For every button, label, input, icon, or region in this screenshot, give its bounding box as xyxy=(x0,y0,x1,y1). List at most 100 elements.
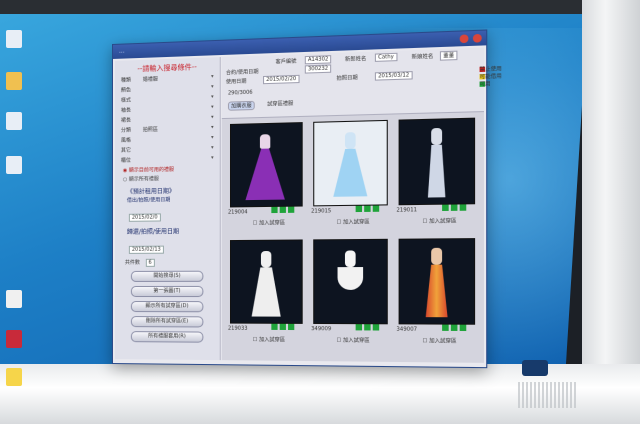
dress-card[interactable]: 219011 ☐ 加入試穿區 xyxy=(394,113,477,230)
dress-photo[interactable] xyxy=(399,118,476,206)
apply-all-button[interactable]: 所有禮服套用(R) xyxy=(131,331,204,343)
delete-fitting-button[interactable]: 刪除所有試穿區(E) xyxy=(131,316,204,327)
dress-card[interactable]: 219004 ☐ 加入試穿區 xyxy=(226,118,305,232)
status-green-icon xyxy=(356,206,362,212)
dropdown-arrow-icon[interactable]: ▾ xyxy=(211,94,214,100)
dropdown-arrow-icon[interactable]: ▾ xyxy=(211,155,214,161)
status-green-icon xyxy=(451,204,458,210)
add-clothes-button[interactable]: 加購衣服 xyxy=(228,101,255,111)
checkbox-label: 加入試穿區 xyxy=(429,218,456,225)
status-green-icon xyxy=(271,324,277,330)
checkbox-label: 加入試穿區 xyxy=(259,220,285,226)
radio-all[interactable]: ○ 顯示所有禮服 xyxy=(123,174,220,183)
dress-photo[interactable] xyxy=(230,122,303,207)
info-label: 合約/使用日期 xyxy=(226,68,259,76)
customer-info: 客戶編號 A14302 新郎姓名 Cathy 新娘姓名 董董 合約/使用日期 3… xyxy=(222,48,484,120)
section-rental-date: 《預計租用日期》 xyxy=(127,185,220,196)
show-fitting-button[interactable]: 顯示所有試穿區(D) xyxy=(131,301,204,312)
status-green-icon xyxy=(288,324,294,330)
try-area-label: 試穿區禮服 xyxy=(267,100,293,108)
info-label: 新郎姓名 xyxy=(345,55,366,63)
mannequin-torso xyxy=(345,132,356,149)
results-panel: 客戶編號 A14302 新郎姓名 Cathy 新娘姓名 董董 合約/使用日期 3… xyxy=(222,48,484,363)
desktop-file-icon[interactable] xyxy=(6,112,22,130)
dropdown-arrow-icon[interactable]: ▾ xyxy=(211,135,214,141)
field-value: 拍照區 xyxy=(143,126,158,133)
info-label: 拍照日期 xyxy=(336,74,357,82)
photo-date-field[interactable]: 2015/03/12 xyxy=(375,71,413,81)
field-label: 袖長 xyxy=(121,106,131,113)
window-title: ... xyxy=(119,48,125,55)
dress-card[interactable]: 219033 ☐ 加入試穿區 xyxy=(226,235,305,348)
checkbox-label: 加入試穿區 xyxy=(429,338,456,345)
monitor-bezel-top xyxy=(0,0,640,14)
add-fitting-checkbox[interactable]: ☐ 加入試穿區 xyxy=(336,336,369,344)
dress-photo[interactable] xyxy=(399,238,476,325)
count-label: 共件數 xyxy=(125,260,140,266)
date-field-2[interactable]: 2015/02/13 xyxy=(129,246,164,254)
dress-photo[interactable] xyxy=(313,239,388,325)
first-image-button[interactable]: 第一張圖(T) xyxy=(131,286,204,297)
groom-name-field[interactable]: Cathy xyxy=(375,53,397,62)
desktop-app-icon[interactable] xyxy=(6,330,22,348)
radio-available[interactable]: ◉ 顯示目前可用的禮服 xyxy=(123,165,220,174)
dress-photo[interactable] xyxy=(313,120,388,207)
status-green-icon xyxy=(460,325,467,331)
add-fitting-checkbox[interactable]: ☐ 加入試穿區 xyxy=(422,217,456,225)
dropdown-arrow-icon[interactable]: ▾ xyxy=(211,104,214,110)
dress-skirt xyxy=(426,265,448,318)
use-date-field[interactable]: 2015/02/20 xyxy=(263,75,299,84)
add-fitting-checkbox[interactable]: ☐ 加入試穿區 xyxy=(422,337,456,345)
dress-card[interactable]: 349009 ☐ 加入試穿區 xyxy=(309,235,390,350)
desktop-document-icon[interactable] xyxy=(6,156,22,174)
status-green-icon xyxy=(288,207,294,213)
desktop-file-icon[interactable] xyxy=(6,30,22,48)
status-green-icon xyxy=(442,205,449,211)
mannequin-torso xyxy=(345,250,356,267)
speaker-vent xyxy=(518,382,576,408)
status-green-icon xyxy=(373,324,379,330)
search-panel: --請輸入搜尋條件-- 種類 婚禮服 ▾ 顏色 ▾ 樣式 ▾ 袖長 ▾ 裙長 ▾ 分類 拍照區… xyxy=(115,57,221,360)
mannequin-torso xyxy=(261,251,271,267)
field-label: 風格 xyxy=(121,137,131,144)
radio-label: 顯示目前可用的禮服 xyxy=(129,167,174,174)
dropdown-arrow-icon[interactable]: ▾ xyxy=(211,84,214,90)
field-label: 分類 xyxy=(121,127,131,134)
field-label: 種類 xyxy=(121,76,131,83)
dress-skirt xyxy=(333,148,367,196)
field-row[interactable]: 櫃位 ▾ xyxy=(121,153,220,165)
add-fitting-checkbox[interactable]: ☐ 加入試穿區 xyxy=(336,218,369,226)
dropdown-arrow-icon[interactable]: ▾ xyxy=(211,74,214,80)
dress-card[interactable]: 349007 ☐ 加入試穿區 xyxy=(394,234,477,350)
status-green-icon xyxy=(451,325,458,331)
dropdown-arrow-icon[interactable]: ▾ xyxy=(211,114,214,120)
status-green-icon xyxy=(364,206,370,212)
monitor-bezel-right xyxy=(582,0,640,424)
mannequin-torso xyxy=(431,248,442,265)
add-fitting-checkbox[interactable]: ☐ 加入試穿區 xyxy=(253,336,285,343)
start-search-button[interactable]: 開始搜尋(S) xyxy=(131,271,204,282)
add-fitting-checkbox[interactable]: ☐ 加入試穿區 xyxy=(253,219,285,227)
status-green-icon xyxy=(271,207,277,213)
section-return-date: 歸還/拍照/使用日期 xyxy=(127,226,220,236)
contract-field[interactable]: 300232 xyxy=(305,64,331,73)
desktop-app-icon[interactable] xyxy=(6,290,22,308)
dress-photo[interactable] xyxy=(230,239,303,323)
dropdown-arrow-icon[interactable]: ▾ xyxy=(211,145,214,151)
dress-code: 219004 xyxy=(228,209,248,215)
mannequin-torso xyxy=(260,134,270,149)
dropdown-arrow-icon[interactable]: ▾ xyxy=(211,124,214,130)
field-label: 顏色 xyxy=(121,86,131,93)
count-row: 共件數 6 xyxy=(125,258,220,267)
desktop-folder-icon[interactable] xyxy=(6,72,22,90)
dress-code: 219011 xyxy=(396,207,417,214)
date-field-1[interactable]: 2015/02/0 xyxy=(129,213,161,221)
bride-name-field[interactable]: 董董 xyxy=(440,51,458,61)
status-green-icon xyxy=(280,207,286,213)
field-label: 裙長 xyxy=(121,116,131,123)
desktop-app-icon[interactable] xyxy=(6,368,22,386)
dress-card[interactable]: 219015 ☐ 加入試穿區 xyxy=(309,116,390,232)
info-label: 使用日期 xyxy=(226,78,247,86)
customer-id-field[interactable]: A14302 xyxy=(305,55,332,64)
status-green-icon xyxy=(356,324,362,330)
